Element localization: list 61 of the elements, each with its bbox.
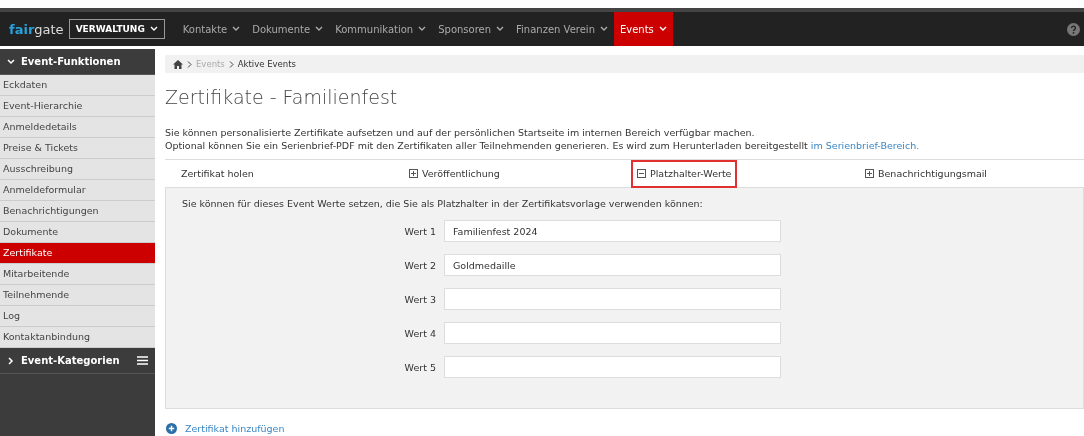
chevron-down-icon [658,26,667,32]
section-toggle[interactable]: Veröffentlichung [403,159,506,188]
input-field[interactable] [444,288,781,310]
sidebar-item[interactable]: Anmeldeformular [0,180,155,201]
serienbrief-link[interactable]: im Serienbrief-Bereich. [810,140,920,151]
sidebar-item[interactable]: Mitarbeitende [0,264,155,285]
sidebar-item[interactable]: Teilnehmende [0,285,155,306]
sidebar-item[interactable]: Zertifikate [0,243,155,264]
chevron-down-icon [496,26,505,32]
expand-icon [865,169,874,178]
field-label: Wert 3 [403,293,437,305]
collapse-icon [637,169,646,178]
sidebar-item[interactable]: Eckdaten [0,75,155,96]
description-text: Optional können Sie ein Serienbrief-PDF mit den Zertifikaten aller Teilnehmenden generieren. Es wird zum Herunterladen bereitgestellt im Serienbrief-Bereich. [165,139,921,152]
sidebar-item[interactable]: Kontaktanbindung [0,327,155,348]
nav-menu-item[interactable]: Kontakte [176,12,247,46]
breadcrumb-link[interactable]: Aktive Events [237,59,296,69]
nav-menu-item[interactable]: Dokumente [246,12,330,46]
fairgate-logo[interactable]: fairgate [0,12,69,46]
nav-menu-item[interactable]: Sponsoren [432,12,511,46]
input-field[interactable]: Goldmedaille [444,254,781,276]
nav-menu-item[interactable]: Finanzen Verein [510,12,614,46]
sidebar-item[interactable]: Log [0,306,155,327]
plus-circle-icon[interactable] [166,423,177,434]
help-icon[interactable] [1067,22,1080,36]
section-toggle[interactable]: Benachrichtigungsmail [859,159,993,188]
sidebar-item[interactable]: Anmeldedetails [0,117,155,138]
home-icon[interactable] [173,59,183,69]
mode-select[interactable]: VERWALTUNG [68,19,165,39]
chevron-down-icon [7,57,15,66]
page-title: Zertifikate - Familienfest [165,86,399,108]
sidebar-item[interactable]: Event-Hierarchie [0,96,155,117]
chevron-down-icon [599,26,608,32]
field-label: Wert 5 [403,361,437,373]
chevron-down-icon [232,26,241,32]
sidebar-item[interactable]: Benachrichtigungen [0,201,155,222]
input-field[interactable] [444,356,781,378]
chevron-down-icon [418,26,427,32]
nav-menu-item[interactable]: Events [613,12,673,46]
section-toggle[interactable]: Platzhalter-Werte [631,159,738,188]
expand-icon [409,169,418,178]
sidebar-item[interactable]: Ausschreibung [0,159,155,180]
field-label: Wert 1 [403,225,437,237]
description-text: Sie können personalisierte Zertifikate aufsetzen und auf der persönlichen Startseite im internen Bereich verfügbar machen. [165,126,756,139]
add-certificate-link[interactable]: Zertifikat hinzufügen [185,423,285,434]
chevron-down-icon [149,26,158,32]
input-field[interactable]: Familienfest 2024 [444,220,781,242]
input-field[interactable] [444,322,781,344]
field-label: Wert 2 [403,259,437,271]
field-label: Wert 4 [403,327,437,339]
sidebar-section-header[interactable]: Event-Kategorien [0,348,155,374]
sidebar-item[interactable]: Preise & Tickets [0,138,155,159]
menu-icon[interactable] [137,356,148,365]
panel-intro-text: Sie können für dieses Event Werte setzen, die Sie als Platzhalter in der Zertifikatsvorlage verwenden können: [182,198,704,209]
chevron-right-icon [228,60,234,68]
sidebar-item[interactable]: Dokumente [0,222,155,243]
nav-menu-item[interactable]: Kommunikation [329,12,433,46]
chevron-down-icon [315,26,324,32]
chevron-right-icon [7,356,15,365]
section-toggle[interactable]: Zertifikat holen [175,159,260,188]
chevron-right-icon [187,60,192,68]
